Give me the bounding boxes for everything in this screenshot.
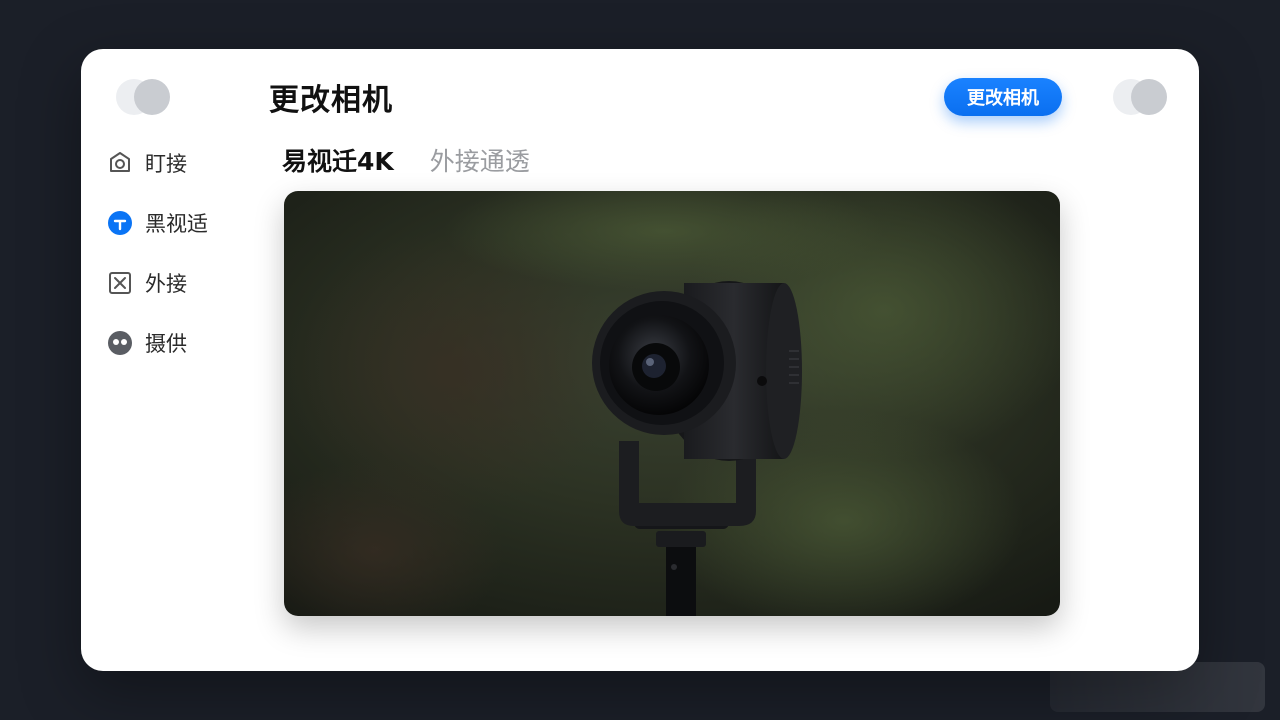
change-camera-dialog: 更改相机 更改相机 盯接 黑视适 外接 摄供 易视迁4K 外接通透 <box>81 49 1199 671</box>
page-title: 更改相机 <box>269 83 393 118</box>
camera-source-sidebar: 盯接 黑视适 外接 摄供 <box>107 149 208 389</box>
sidebar-item-label: 黑视适 <box>145 212 208 236</box>
toggle-dot-dark[interactable] <box>1131 79 1167 115</box>
sidebar-item-3[interactable]: 摄供 <box>107 329 208 357</box>
toggle-dot-dark[interactable] <box>134 79 170 115</box>
sidebar-item-label: 摄供 <box>145 332 187 356</box>
blurred-watermark <box>1050 662 1265 712</box>
sidebar-item-2[interactable]: 外接 <box>107 269 208 297</box>
change-camera-button[interactable]: 更改相机 <box>944 78 1062 116</box>
x-box-icon <box>107 270 133 296</box>
camera-preview <box>284 191 1060 616</box>
sidebar-item-label: 外接 <box>145 272 187 296</box>
sidebar-item-1[interactable]: 黑视适 <box>107 209 208 237</box>
sidebar-item-label: 盯接 <box>145 152 187 176</box>
sidebar-item-0[interactable]: 盯接 <box>107 149 208 177</box>
window-controls-right[interactable] <box>1113 79 1167 115</box>
camera-ring-icon <box>107 150 133 176</box>
plus-circle-icon <box>107 210 133 236</box>
camera-tabs: 易视迁4K 外接通透 <box>282 142 530 178</box>
camera-preview-image <box>284 191 1060 616</box>
tab-yishi-4k[interactable]: 易视迁4K <box>282 142 394 178</box>
window-controls-left[interactable] <box>116 79 170 115</box>
webcam-face-icon <box>107 330 133 356</box>
tab-external[interactable]: 外接通透 <box>430 142 530 178</box>
